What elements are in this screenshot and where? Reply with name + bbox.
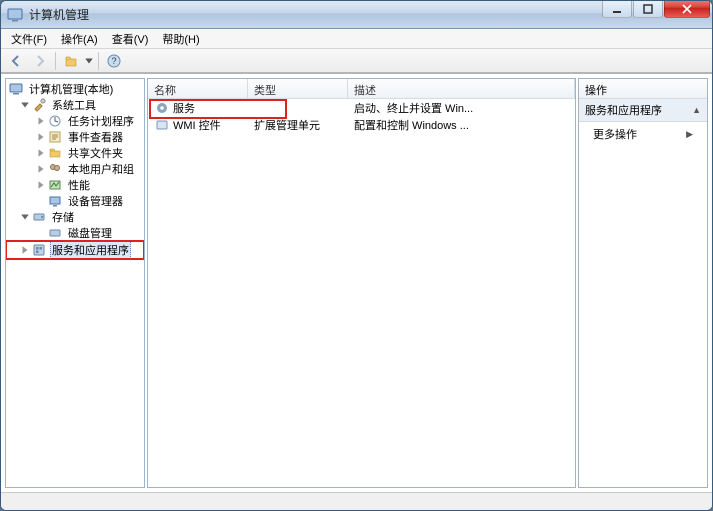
list-pane: 名称 类型 描述 服务 启动、终止并设置 Win... WMI 控件 [147, 78, 576, 488]
actions-header: 操作 [579, 79, 707, 99]
menubar: 文件(F) 操作(A) 查看(V) 帮助(H) [1, 29, 712, 49]
cell-text: 启动、终止并设置 Win... [348, 100, 575, 116]
statusbar [1, 492, 712, 510]
maximize-button[interactable] [633, 0, 663, 18]
tree-label: 存储 [50, 209, 76, 225]
view-dropdown[interactable] [84, 51, 94, 71]
tree-label: 设备管理器 [66, 193, 125, 209]
gear-icon [154, 100, 170, 116]
tree-system-tools[interactable]: 系统工具 [6, 97, 144, 113]
expand-icon[interactable] [36, 132, 46, 142]
tree-event-viewer[interactable]: 事件查看器 [6, 129, 144, 145]
forward-button[interactable] [29, 51, 51, 71]
app-icon [7, 7, 23, 23]
wmi-icon [154, 117, 170, 133]
menu-file[interactable]: 文件(F) [5, 29, 53, 49]
menu-help[interactable]: 帮助(H) [156, 29, 205, 49]
performance-icon [47, 177, 63, 193]
menu-action[interactable]: 操作(A) [55, 29, 104, 49]
expand-icon[interactable] [36, 180, 46, 190]
cell-text: 服务 [173, 100, 195, 116]
svg-text:?: ? [111, 56, 116, 66]
tree-device-manager[interactable]: 设备管理器 [6, 193, 144, 209]
tree-task-scheduler[interactable]: 任务计划程序 [6, 113, 144, 129]
tree-label: 共享文件夹 [66, 145, 125, 161]
tree-label: 服务和应用程序 [50, 241, 131, 259]
actions-pane: 操作 服务和应用程序 ▲ 更多操作 ▶ [578, 78, 708, 488]
actions-more[interactable]: 更多操作 ▶ [579, 122, 707, 146]
minimize-button[interactable] [602, 0, 632, 18]
actions-section-title[interactable]: 服务和应用程序 ▲ [579, 99, 707, 122]
cell-text: 配置和控制 Windows ... [348, 117, 575, 133]
computer-icon [8, 81, 24, 97]
expand-icon[interactable] [36, 164, 46, 174]
tree-disk-management[interactable]: 磁盘管理 [6, 225, 144, 241]
actions-more-label: 更多操作 [593, 126, 637, 142]
expand-icon[interactable] [36, 148, 46, 158]
tree-services-and-apps[interactable]: 服务和应用程序 [6, 241, 144, 259]
column-type[interactable]: 类型 [248, 79, 348, 98]
cell-text: WMI 控件 [173, 117, 221, 133]
list-body: 服务 启动、终止并设置 Win... WMI 控件 扩展管理单元 配置和控制 W… [148, 99, 575, 133]
tree: 计算机管理(本地) 系统工具 任务计划程序 事件查看器 [6, 79, 144, 261]
column-name[interactable]: 名称 [148, 79, 248, 98]
device-icon [47, 193, 63, 209]
expand-icon[interactable] [20, 245, 30, 255]
disk-icon [47, 225, 63, 241]
window-title: 计算机管理 [29, 6, 89, 23]
menu-view[interactable]: 查看(V) [106, 29, 155, 49]
expand-icon[interactable] [20, 100, 30, 110]
tree-label: 本地用户和组 [66, 161, 136, 177]
main-panes: 计算机管理(本地) 系统工具 任务计划程序 事件查看器 [1, 73, 712, 492]
clock-icon [47, 113, 63, 129]
tree-label: 任务计划程序 [66, 113, 136, 129]
tree-label: 系统工具 [50, 97, 98, 113]
column-description[interactable]: 描述 [348, 79, 575, 98]
window-frame: 计算机管理 文件(F) 操作(A) 查看(V) 帮助(H) [0, 0, 713, 511]
tree-label: 计算机管理(本地) [27, 81, 115, 97]
close-button[interactable] [664, 0, 710, 18]
shared-folder-icon [47, 145, 63, 161]
tree-root[interactable]: 计算机管理(本地) [6, 81, 144, 97]
tree-label: 磁盘管理 [66, 225, 114, 241]
up-button[interactable] [60, 51, 82, 71]
tree-shared-folders[interactable]: 共享文件夹 [6, 145, 144, 161]
titlebar[interactable]: 计算机管理 [1, 1, 712, 29]
collapse-icon[interactable]: ▲ [692, 105, 701, 115]
cell-text: 扩展管理单元 [248, 117, 348, 133]
list-row-wmi[interactable]: WMI 控件 扩展管理单元 配置和控制 Windows ... [148, 116, 575, 133]
list-row-services[interactable]: 服务 启动、终止并设置 Win... [148, 99, 575, 116]
tree-label: 性能 [66, 177, 92, 193]
tree-pane: 计算机管理(本地) 系统工具 任务计划程序 事件查看器 [5, 78, 145, 488]
tree-local-users[interactable]: 本地用户和组 [6, 161, 144, 177]
list-header: 名称 类型 描述 [148, 79, 575, 99]
expand-icon[interactable] [20, 212, 30, 222]
expand-icon[interactable] [36, 116, 46, 126]
back-button[interactable] [5, 51, 27, 71]
window-controls [601, 0, 710, 18]
help-button[interactable]: ? [103, 51, 125, 71]
tree-label: 事件查看器 [66, 129, 125, 145]
tree-performance[interactable]: 性能 [6, 177, 144, 193]
section-title-text: 服务和应用程序 [585, 102, 662, 118]
tree-storage[interactable]: 存储 [6, 209, 144, 225]
toolbar: ? [1, 49, 712, 73]
chevron-right-icon: ▶ [686, 129, 693, 140]
toolbar-separator [98, 52, 99, 70]
services-apps-icon [31, 242, 47, 258]
tools-icon [31, 97, 47, 113]
users-icon [47, 161, 63, 177]
storage-icon [31, 209, 47, 225]
toolbar-separator [55, 52, 56, 70]
event-icon [47, 129, 63, 145]
